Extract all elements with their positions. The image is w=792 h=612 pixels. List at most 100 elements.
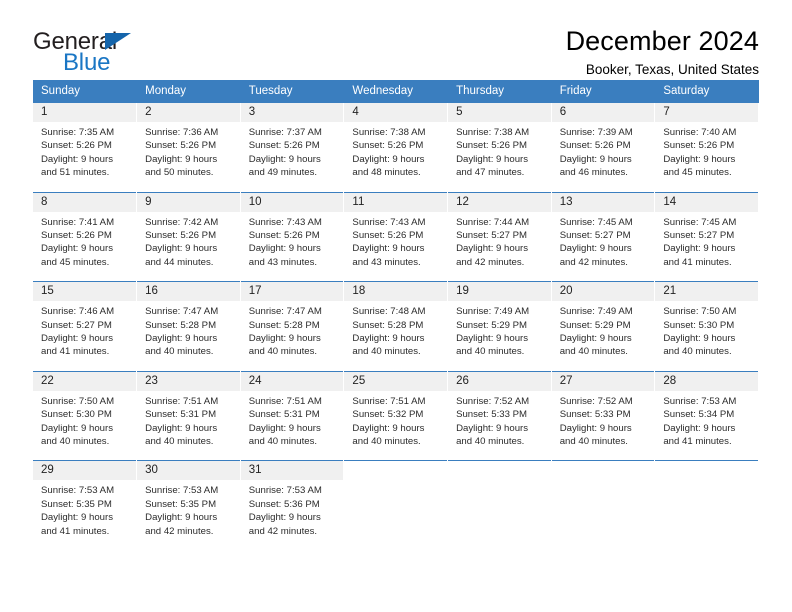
- title-block: December 2024 Booker, Texas, United Stat…: [566, 24, 759, 78]
- day-number: 4: [344, 103, 448, 122]
- daylight-text-line2: and 42 minutes.: [248, 525, 318, 537]
- calendar-day-cell[interactable]: 20 Sunrise: 7:49 AM Sunset: 5:29 PM Dayligh…: [551, 281, 656, 372]
- sunset-text: Sunset: 5:27 PM: [663, 230, 735, 241]
- calendar-day-cell[interactable]: 29 Sunrise: 7:53 AM Sunset: 5:35 PM Dayligh…: [33, 460, 138, 551]
- calendar-week-row: 22 Sunrise: 7:50 AM Sunset: 5:30 PM Dayligh…: [33, 370, 759, 461]
- sunrise-text: Sunrise: 7:43 AM: [352, 216, 426, 228]
- day-cell-inner: 26 Sunrise: 7:52 AM Sunset: 5:33 PM Dayligh…: [448, 371, 551, 449]
- daylight-text-line2: and 40 minutes.: [145, 346, 214, 358]
- sunrise-text: Sunrise: 7:41 AM: [41, 216, 115, 228]
- daylight-text-line2: and 40 minutes.: [456, 436, 525, 447]
- sunset-text: Sunset: 5:26 PM: [145, 230, 217, 241]
- calendar-day-cell[interactable]: 14 Sunrise: 7:45 AM Sunset: 5:27 PM Dayligh…: [654, 191, 759, 282]
- day-detail-lines: Sunrise: 7:48 AM Sunset: 5:28 PM Daylight:…: [344, 301, 447, 359]
- day-cell-inner: 3 Sunrise: 7:37 AM Sunset: 5:26 PM Daylight…: [240, 103, 344, 180]
- sunset-text: Sunset: 5:28 PM: [145, 319, 217, 331]
- sunset-text: Sunset: 5:34 PM: [663, 409, 735, 421]
- calendar-day-cell[interactable]: 4 Sunrise: 7:38 AM Sunset: 5:26 PM Daylight…: [343, 102, 449, 193]
- sunset-text: Sunset: 5:27 PM: [559, 230, 631, 241]
- sunrise-text: Sunrise: 7:44 AM: [456, 216, 530, 228]
- calendar-day-cell[interactable]: 22 Sunrise: 7:50 AM Sunset: 5:30 PM Dayligh…: [33, 370, 138, 461]
- calendar-day-cell[interactable]: 17 Sunrise: 7:47 AM Sunset: 5:28 PM Dayligh…: [240, 281, 345, 372]
- day-detail-lines: Sunrise: 7:53 AM Sunset: 5:35 PM Daylight:…: [137, 480, 240, 538]
- day-detail-lines: Sunrise: 7:36 AM Sunset: 5:26 PM Daylight:…: [137, 122, 240, 180]
- calendar-day-cell[interactable]: 10 Sunrise: 7:43 AM Sunset: 5:26 PM Dayligh…: [240, 191, 345, 282]
- sunrise-text: Sunrise: 7:37 AM: [248, 127, 322, 138]
- daylight-text-line2: and 40 minutes.: [456, 346, 525, 358]
- calendar-day-cell[interactable]: 3 Sunrise: 7:37 AM Sunset: 5:26 PM Daylight…: [240, 102, 345, 193]
- day-detail-lines: Sunrise: 7:52 AM Sunset: 5:33 PM Daylight:…: [552, 391, 655, 449]
- calendar-day-cell[interactable]: 25 Sunrise: 7:51 AM Sunset: 5:32 PM Dayligh…: [343, 370, 449, 461]
- logo-text-blue: Blue: [63, 49, 111, 76]
- daylight-text-line2: and 44 minutes.: [145, 256, 214, 268]
- calendar-day-cell[interactable]: 16 Sunrise: 7:47 AM Sunset: 5:28 PM Dayligh…: [136, 281, 241, 372]
- daylight-text-line1: Daylight: 9 hours: [352, 153, 425, 165]
- calendar-week-row: 29 Sunrise: 7:53 AM Sunset: 5:35 PM Dayligh…: [33, 460, 759, 551]
- day-cell-inner: 30 Sunrise: 7:53 AM Sunset: 5:35 PM Dayligh…: [137, 461, 240, 538]
- sunset-text: Sunset: 5:26 PM: [663, 140, 735, 152]
- weekday-header-friday: Friday: [551, 80, 656, 103]
- daylight-text-line1: Daylight: 9 hours: [456, 422, 529, 434]
- calendar-day-cell[interactable]: 6 Sunrise: 7:39 AM Sunset: 5:26 PM Daylight…: [551, 102, 656, 193]
- calendar-day-cell[interactable]: 23 Sunrise: 7:51 AM Sunset: 5:31 PM Dayligh…: [136, 370, 241, 461]
- calendar-day-cell[interactable]: 24 Sunrise: 7:51 AM Sunset: 5:31 PM Dayligh…: [240, 370, 345, 461]
- daylight-text-line2: and 42 minutes.: [145, 525, 214, 537]
- sunrise-text: Sunrise: 7:36 AM: [145, 127, 219, 138]
- daylight-text-line1: Daylight: 9 hours: [248, 333, 321, 344]
- calendar-day-cell[interactable]: 12 Sunrise: 7:44 AM Sunset: 5:27 PM Dayligh…: [447, 191, 552, 282]
- day-detail-lines: Sunrise: 7:50 AM Sunset: 5:30 PM Daylight:…: [33, 391, 136, 449]
- calendar-day-cell[interactable]: 30 Sunrise: 7:53 AM Sunset: 5:35 PM Dayligh…: [136, 460, 241, 551]
- page-subtitle: Booker, Texas, United States: [585, 62, 759, 78]
- day-detail-lines: Sunrise: 7:45 AM Sunset: 5:27 PM Daylight:…: [655, 212, 758, 270]
- day-cell-inner: 21 Sunrise: 7:50 AM Sunset: 5:30 PM Dayligh…: [655, 282, 758, 359]
- daylight-text-line1: Daylight: 9 hours: [41, 422, 113, 434]
- calendar-day-cell[interactable]: 8 Sunrise: 7:41 AM Sunset: 5:26 PM Daylight…: [33, 191, 138, 282]
- daylight-text-line1: Daylight: 9 hours: [559, 422, 632, 434]
- day-cell-inner: 6 Sunrise: 7:39 AM Sunset: 5:26 PM Daylight…: [551, 103, 655, 180]
- daylight-text-line2: and 47 minutes.: [456, 167, 525, 179]
- calendar-day-cell[interactable]: 28 Sunrise: 7:53 AM Sunset: 5:34 PM Dayligh…: [654, 370, 759, 461]
- day-detail-lines: Sunrise: 7:35 AM Sunset: 5:26 PM Daylight:…: [33, 122, 136, 180]
- calendar-day-cell[interactable]: 21 Sunrise: 7:50 AM Sunset: 5:30 PM Dayligh…: [654, 281, 759, 372]
- calendar-day-cell[interactable]: 11 Sunrise: 7:43 AM Sunset: 5:26 PM Dayligh…: [343, 191, 449, 282]
- day-detail-lines: Sunrise: 7:38 AM Sunset: 5:26 PM Daylight:…: [344, 122, 447, 180]
- calendar-day-cell[interactable]: 26 Sunrise: 7:52 AM Sunset: 5:33 PM Dayligh…: [447, 370, 552, 461]
- calendar-day-cell[interactable]: 9 Sunrise: 7:42 AM Sunset: 5:26 PM Daylight…: [136, 191, 241, 282]
- sunset-text: Sunset: 5:33 PM: [456, 409, 527, 421]
- calendar-day-cell[interactable]: 27 Sunrise: 7:52 AM Sunset: 5:33 PM Dayligh…: [551, 370, 656, 461]
- day-detail-lines: Sunrise: 7:43 AM Sunset: 5:26 PM Daylight:…: [241, 212, 344, 270]
- sunset-text: Sunset: 5:27 PM: [456, 230, 527, 241]
- daylight-text-line1: Daylight: 9 hours: [41, 333, 113, 344]
- day-detail-lines: [448, 480, 551, 484]
- sunset-text: Sunset: 5:33 PM: [559, 409, 631, 421]
- daylight-text-line1: Daylight: 9 hours: [456, 243, 529, 255]
- day-number: 3: [240, 103, 344, 122]
- sunset-text: Sunset: 5:26 PM: [352, 140, 424, 152]
- calendar-day-cell[interactable]: 7 Sunrise: 7:40 AM Sunset: 5:26 PM Daylight…: [654, 102, 759, 193]
- sunrise-text: Sunrise: 7:53 AM: [248, 485, 322, 497]
- day-detail-lines: Sunrise: 7:42 AM Sunset: 5:26 PM Daylight:…: [137, 212, 240, 270]
- calendar-day-cell[interactable]: 18 Sunrise: 7:48 AM Sunset: 5:28 PM Dayligh…: [343, 281, 449, 372]
- calendar-day-cell[interactable]: 5 Sunrise: 7:38 AM Sunset: 5:26 PM Daylight…: [447, 102, 552, 193]
- daylight-text-line1: Daylight: 9 hours: [663, 422, 736, 434]
- daylight-text-line1: Daylight: 9 hours: [145, 512, 218, 524]
- generalblue-logo[interactable]: General Blue: [33, 24, 153, 76]
- calendar-day-cell[interactable]: 2 Sunrise: 7:36 AM Sunset: 5:26 PM Daylight…: [136, 102, 241, 193]
- sunrise-text: Sunrise: 7:53 AM: [663, 395, 737, 407]
- calendar-day-cell-empty: [551, 460, 656, 551]
- calendar-day-cell[interactable]: 31 Sunrise: 7:53 AM Sunset: 5:36 PM Dayligh…: [240, 460, 345, 551]
- calendar-day-cell-empty: [654, 460, 759, 551]
- calendar-day-cell[interactable]: 19 Sunrise: 7:49 AM Sunset: 5:29 PM Dayligh…: [447, 281, 552, 372]
- sunset-text: Sunset: 5:32 PM: [352, 409, 424, 421]
- sunrise-text: Sunrise: 7:38 AM: [352, 127, 426, 138]
- daylight-text-line2: and 40 minutes.: [559, 436, 628, 447]
- calendar-day-cell[interactable]: 13 Sunrise: 7:45 AM Sunset: 5:27 PM Dayligh…: [551, 191, 656, 282]
- sunrise-text: Sunrise: 7:45 AM: [663, 216, 737, 228]
- daylight-text-line1: Daylight: 9 hours: [41, 243, 113, 255]
- calendar-day-cell[interactable]: 15 Sunrise: 7:46 AM Sunset: 5:27 PM Dayligh…: [33, 281, 138, 372]
- calendar-day-cell[interactable]: 1 Sunrise: 7:35 AM Sunset: 5:26 PM Daylight…: [33, 102, 138, 193]
- day-number: 25: [344, 371, 448, 391]
- daylight-text-line2: and 46 minutes.: [559, 167, 628, 179]
- calendar-week-row: 15 Sunrise: 7:46 AM Sunset: 5:27 PM Dayligh…: [33, 281, 759, 372]
- sunset-text: Sunset: 5:30 PM: [41, 409, 112, 421]
